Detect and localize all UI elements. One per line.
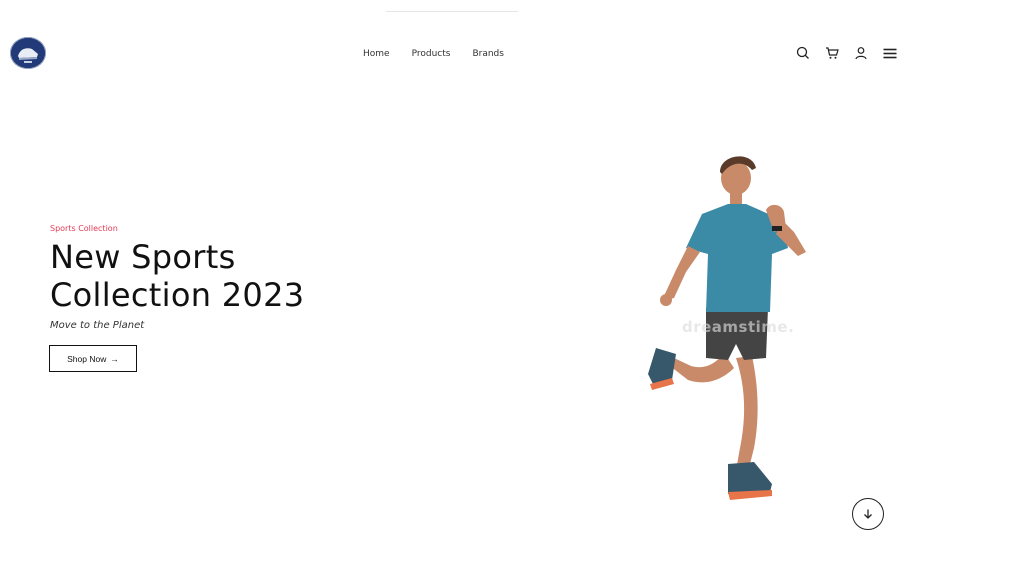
- search-icon[interactable]: [795, 45, 811, 61]
- arrow-down-icon: [864, 509, 872, 519]
- top-divider: [386, 11, 518, 12]
- user-icon[interactable]: [853, 45, 869, 61]
- landing-page: Home Products Brands Sports Collection N…: [0, 0, 1009, 577]
- shop-now-button[interactable]: Shop Now →: [49, 345, 137, 372]
- nav-products[interactable]: Products: [412, 49, 451, 59]
- hero-title-line2: Collection 2023: [50, 276, 305, 314]
- cart-icon[interactable]: [824, 45, 840, 61]
- menu-icon[interactable]: [882, 45, 898, 61]
- arrow-right-icon: →: [110, 353, 119, 364]
- shoe-logo-icon: [11, 38, 45, 68]
- shop-now-label: Shop Now: [67, 353, 107, 364]
- hero-title: New Sports Collection 2023: [50, 238, 410, 314]
- nav-home[interactable]: Home: [363, 49, 390, 59]
- main-nav: Home Products Brands: [363, 49, 504, 59]
- hero-eyebrow: Sports Collection: [50, 224, 118, 233]
- scroll-down-button[interactable]: [852, 498, 884, 530]
- image-watermark: dreamstime.: [682, 318, 795, 336]
- brand-logo[interactable]: [10, 37, 46, 69]
- hero-title-line1: New Sports: [50, 238, 236, 276]
- hero-tagline: Move to the Planet: [50, 320, 145, 331]
- header-icons: [795, 45, 898, 61]
- nav-brands[interactable]: Brands: [472, 49, 504, 59]
